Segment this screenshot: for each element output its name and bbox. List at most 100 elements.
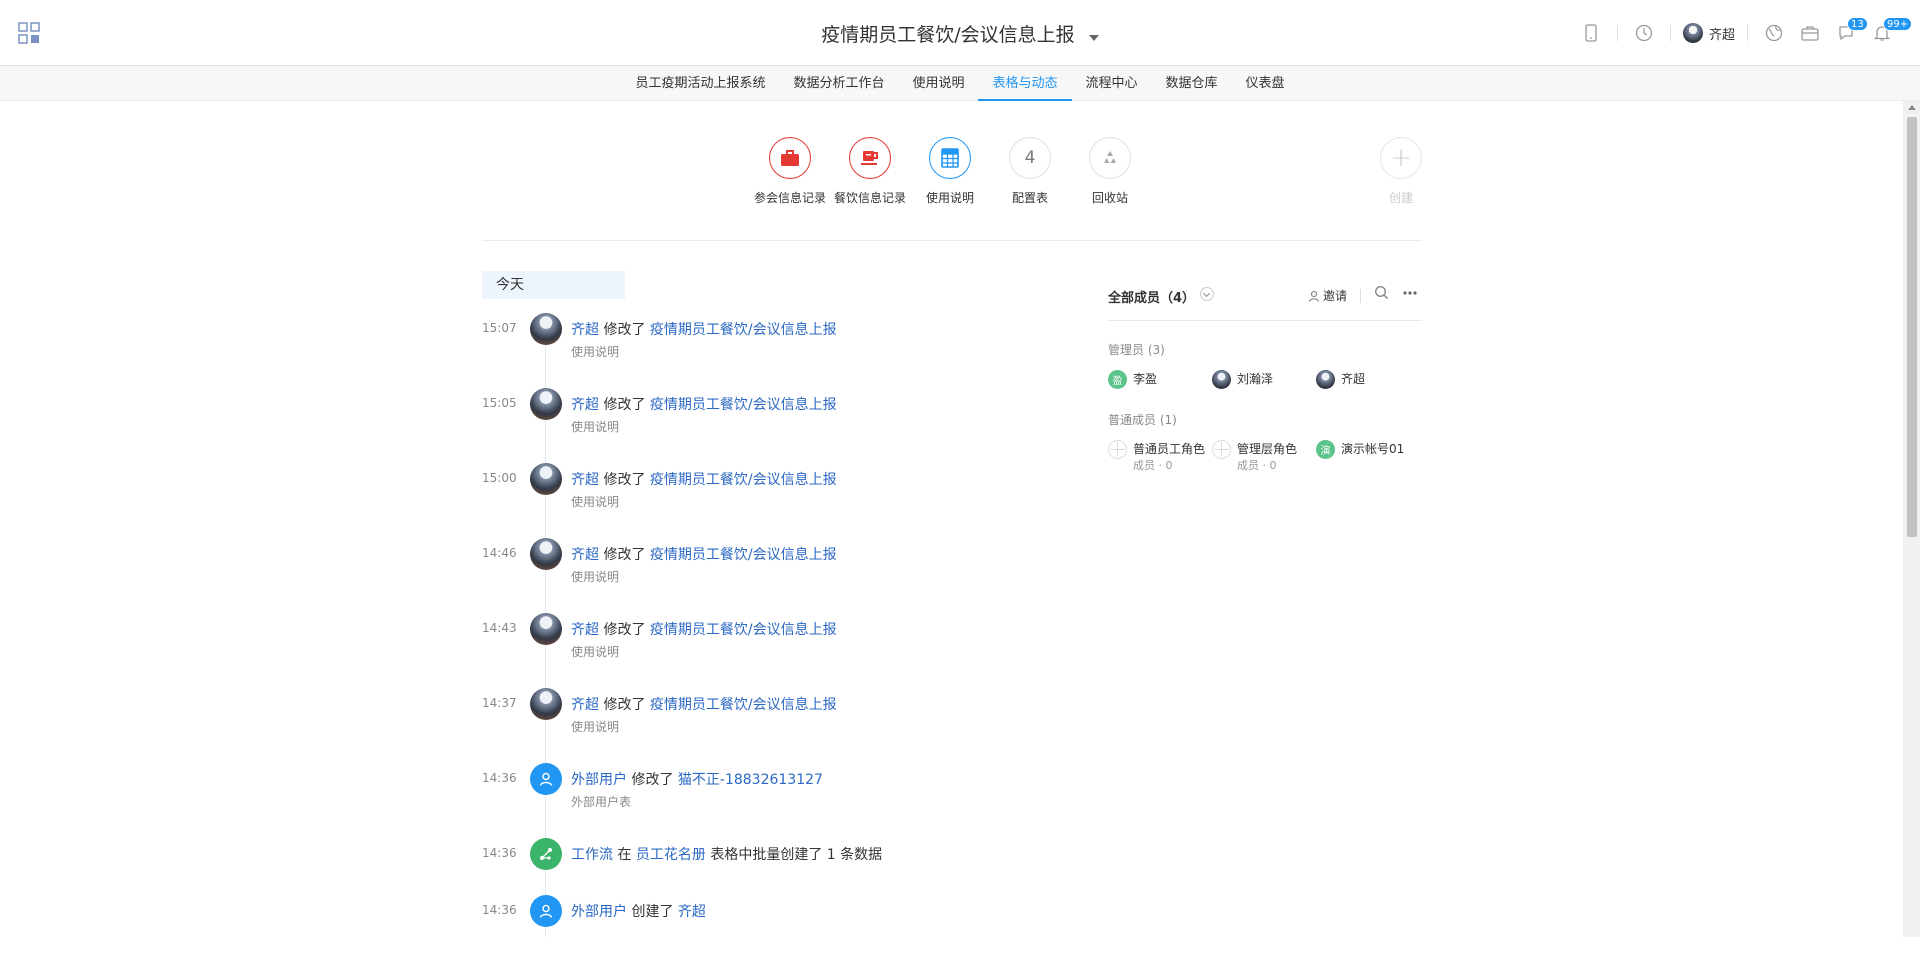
actor-link[interactable]: 齐超 [571,547,599,563]
current-user[interactable]: 齐超 [1682,23,1735,43]
activity-text: 工作流 在 员工花名册 表格中批量创建了 1 条数据 [571,847,883,863]
scroll-up-icon[interactable] [1908,105,1916,110]
activity-text: 齐超 修改了 疫情期员工餐饮/会议信息上报 [571,697,837,713]
worksheet-dining[interactable]: 餐饮信息记录 [830,137,910,206]
top-header: 疫情期员工餐饮/会议信息上报 齐超 13 99+ [0,0,1920,66]
member-item[interactable]: 齐超 [1316,370,1420,389]
member-item[interactable]: 盈 李盈 [1108,370,1212,389]
user-avatar[interactable] [530,463,562,495]
role-icon [1212,440,1231,459]
header-actions: 齐超 13 99+ [1577,0,1920,66]
activity-time: 14:36 [482,846,517,860]
user-avatar[interactable] [530,613,562,645]
tab-workflow[interactable]: 流程中心 [1072,66,1152,101]
admins-title: 管理员 (3) [1108,343,1165,357]
globe-icon[interactable] [1760,19,1788,47]
worksheet-config[interactable]: 4 配置表 [990,137,1070,206]
activity-item: 14:36 工作流 在 员工花名册 表格中批量创建了 1 条数据 [482,838,962,898]
target-link[interactable]: 疫情期员工餐饮/会议信息上报 [650,472,837,488]
worksheet-instructions[interactable]: 使用说明 [910,137,990,206]
invite-button[interactable]: 邀请 [1308,287,1347,304]
worksheet-meeting[interactable]: 参会信息记录 [750,137,830,206]
actor-link[interactable]: 齐超 [571,622,599,638]
activity-item: 14:36 外部用户 创建了 齐超 [482,895,962,955]
app-title[interactable]: 疫情期员工餐饮/会议信息上报 [821,24,1074,46]
actor-link[interactable]: 齐超 [571,697,599,713]
toolbox-icon[interactable] [1796,19,1824,47]
tab-staff-report[interactable]: 员工疫期活动上报系统 [621,66,779,101]
activity-source: 使用说明 [571,645,620,659]
role-item[interactable]: 普通员工角色 成员 · 0 [1108,440,1212,472]
user-avatar[interactable] [530,388,562,420]
target-link[interactable]: 疫情期员工餐饮/会议信息上报 [650,322,837,338]
activity-time: 14:36 [482,771,517,785]
tab-dashboard[interactable]: 仪表盘 [1232,66,1299,101]
workflow-icon[interactable] [530,838,562,870]
target-link[interactable]: 疫情期员工餐饮/会议信息上报 [650,697,837,713]
user-avatar[interactable] [530,313,562,345]
activity-source: 使用说明 [571,720,620,734]
header-divider [1616,25,1618,41]
actor-link[interactable]: 齐超 [571,322,599,338]
tab-data-warehouse[interactable]: 数据仓库 [1152,66,1232,101]
member-name: 齐超 [1341,372,1366,386]
tab-sheets-activity[interactable]: 表格与动态 [978,66,1072,101]
activity-source: 外部用户表 [571,795,632,809]
target-link[interactable]: 疫情期员工餐饮/会议信息上报 [650,622,837,638]
search-icon[interactable] [1374,285,1389,304]
user-name: 齐超 [1708,27,1735,43]
actor-link[interactable]: 齐超 [571,472,599,488]
page-scrollbar[interactable] [1903,101,1920,937]
actor-link[interactable]: 工作流 [571,847,613,863]
member-item[interactable]: 刘瀚泽 [1212,370,1316,389]
target-link[interactable]: 齐超 [678,904,706,920]
header-divider [1747,25,1748,41]
activity-time: 14:37 [482,696,517,710]
target-link[interactable]: 猫不正-18832613127 [678,772,823,788]
role-item[interactable]: 管理层角色 成员 · 0 [1212,440,1316,472]
chevron-down-icon[interactable] [1200,287,1214,301]
worksheet-label: 配置表 [1011,191,1048,205]
title-dropdown-icon[interactable] [1088,34,1099,41]
tab-analytics[interactable]: 数据分析工作台 [779,66,898,101]
tab-instructions[interactable]: 使用说明 [898,66,978,101]
member-avatar: 盈 [1108,370,1127,389]
activity-text: 齐超 修改了 疫情期员工餐饮/会议信息上报 [571,622,837,638]
external-user-icon[interactable] [530,763,562,795]
activity-source: 使用说明 [571,570,620,584]
role-count: 成员 · 0 [1133,459,1173,472]
actor-link[interactable]: 外部用户 [571,772,627,788]
actor-link[interactable]: 外部用户 [571,904,627,920]
members-title: 全部成员（4） [1108,291,1196,306]
external-user-icon[interactable] [530,895,562,927]
scroll-thumb[interactable] [1907,117,1917,537]
clock-icon[interactable] [1630,19,1658,47]
target-link[interactable]: 疫情期员工餐饮/会议信息上报 [650,547,837,563]
target-link[interactable]: 员工花名册 [636,847,706,863]
more-icon[interactable] [1402,285,1418,304]
notify-badge: 99+ [1883,17,1913,31]
activity-source: 使用说明 [571,495,620,509]
target-link[interactable]: 疫情期员工餐饮/会议信息上报 [650,397,837,413]
actor-link[interactable]: 齐超 [571,397,599,413]
date-group-today: 今天 [482,271,625,299]
activity-text: 齐超 修改了 疫情期员工餐饮/会议信息上报 [571,322,837,338]
activity-text: 外部用户 修改了 猫不正-18832613127 [571,772,823,788]
activity-time: 14:43 [482,621,517,635]
member-name: 刘瀚泽 [1237,372,1274,386]
user-avatar[interactable] [530,688,562,720]
members-header: 全部成员（4） 邀请 [1108,285,1422,321]
worksheet-list: 参会信息记录 餐饮信息记录 使用说明 4 配置表 回收站 [750,137,1150,206]
recycle-bin[interactable]: 回收站 [1070,137,1150,206]
member-name: 演示帐号01 [1341,442,1405,456]
activity-item: 15:05 齐超 修改了 疫情期员工餐饮/会议信息上报 使用说明 [482,388,962,448]
mobile-icon[interactable] [1577,19,1605,47]
activity-item: 14:37 齐超 修改了 疫情期员工餐饮/会议信息上报 使用说明 [482,688,962,748]
member-name: 李盈 [1133,372,1158,386]
user-avatar[interactable] [530,538,562,570]
member-item[interactable]: 演 演示帐号01 [1316,440,1420,472]
create-worksheet-button[interactable]: + 创建 [1380,137,1422,206]
activity-time: 15:07 [482,321,517,335]
bell-icon[interactable]: 99+ [1868,17,1913,47]
chat-icon[interactable]: 13 [1832,17,1868,47]
